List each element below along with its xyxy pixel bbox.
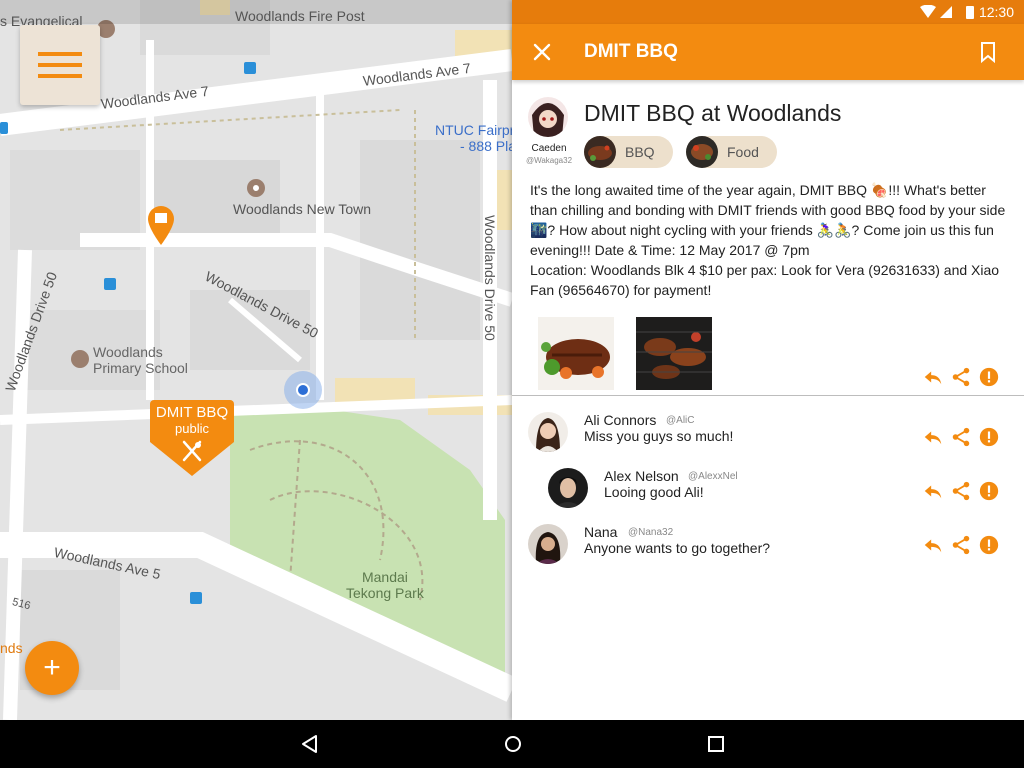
- post-body: It's the long awaited time of the year a…: [530, 182, 1006, 298]
- comment-item: Nana @Nana32 Anyone wants to go together…: [512, 524, 1024, 574]
- post-actions: [922, 366, 1000, 388]
- plus-icon: +: [43, 651, 61, 684]
- map-label-park: Mandai Tekong Park: [346, 569, 424, 601]
- comment-item: Ali Connors @AliC Miss you guys so much!: [512, 412, 1024, 462]
- app-bar-title: DMIT BBQ: [584, 41, 678, 62]
- post-image-ribs[interactable]: [538, 317, 614, 390]
- map-label-new-town: Woodlands New Town: [233, 201, 372, 217]
- comment-text: Anyone wants to go together?: [584, 540, 771, 556]
- author-avatar[interactable]: [528, 97, 568, 137]
- comment-actions: [922, 480, 1000, 502]
- commenter-name: Ali Connors: [584, 412, 657, 428]
- map-label-fire-post: Woodlands Fire Post: [235, 8, 365, 24]
- bookmark-icon[interactable]: [976, 40, 1000, 64]
- commenter-handle: @Nana32: [628, 527, 674, 538]
- status-time: 12:30: [978, 4, 1014, 20]
- commenter-handle: @AlexxNel: [688, 471, 738, 482]
- commenter-avatar[interactable]: [528, 412, 568, 452]
- map-label-ntuc: NTUC Fairpr: [435, 122, 512, 138]
- reply-icon[interactable]: [922, 426, 944, 448]
- comment-text: Looing good Ali!: [604, 484, 704, 500]
- app-bar: DMIT BBQ: [512, 24, 1024, 80]
- status-icons: [920, 5, 974, 19]
- commenter-avatar[interactable]: [548, 468, 588, 508]
- menu-button[interactable]: [20, 25, 100, 105]
- tag-chip-bbq[interactable]: BBQ: [584, 136, 673, 168]
- report-icon[interactable]: [978, 534, 1000, 556]
- close-icon[interactable]: [528, 38, 556, 66]
- post-title: DMIT BBQ at Woodlands: [584, 100, 842, 126]
- status-bar: 12:30: [512, 0, 1024, 24]
- bbq-thumbnail-icon: [584, 136, 616, 168]
- comment-actions: [922, 534, 1000, 556]
- commenter-handle: @AliC: [666, 415, 695, 426]
- reply-icon[interactable]: [922, 534, 944, 556]
- marker-title: DMIT BBQ: [155, 404, 229, 421]
- marker-subtitle: public: [175, 421, 209, 436]
- commenter-avatar[interactable]: [528, 524, 568, 564]
- commenter-name: Nana: [584, 524, 618, 540]
- reply-icon[interactable]: [922, 366, 944, 388]
- map-label-drive50-right: Woodlands Drive 50: [482, 215, 498, 341]
- tag-chip-food[interactable]: Food: [686, 136, 777, 168]
- food-thumbnail-icon: [686, 136, 718, 168]
- commenter-name: Alex Nelson: [604, 468, 679, 484]
- report-icon[interactable]: [978, 480, 1000, 502]
- comment-reply-item: Alex Nelson @AlexxNel Looing good Ali!: [512, 468, 1024, 518]
- add-event-button[interactable]: +: [25, 641, 79, 695]
- map-label-nds: nds: [0, 640, 23, 656]
- tag-label: Food: [727, 144, 759, 160]
- author-handle: @Wakaga32: [525, 156, 573, 165]
- back-icon[interactable]: [298, 732, 322, 756]
- map-label-primary-school: Woodlands Primary School: [93, 344, 188, 376]
- tag-label: BBQ: [625, 144, 655, 160]
- map-label-ntuc-2: - 888 Pla: [460, 138, 512, 154]
- event-detail-panel: 12:30 DMIT BBQ Caeden @Wakaga32 DMIT BBQ…: [512, 0, 1024, 720]
- comment-actions: [922, 426, 1000, 448]
- home-icon[interactable]: [501, 732, 525, 756]
- report-icon[interactable]: [978, 426, 1000, 448]
- post-image-grill[interactable]: [636, 317, 712, 390]
- comment-text: Miss you guys so much!: [584, 428, 734, 444]
- event-marker[interactable]: DMIT BBQ public: [150, 400, 234, 481]
- hamburger-icon: [38, 45, 82, 85]
- share-icon[interactable]: [950, 426, 972, 448]
- author-name: Caeden: [531, 143, 567, 154]
- share-icon[interactable]: [950, 534, 972, 556]
- map-canvas: [0, 0, 512, 720]
- share-icon[interactable]: [950, 480, 972, 502]
- map-view[interactable]: Woodlands Fire Post s Evangelical Woodla…: [0, 0, 512, 720]
- recents-icon[interactable]: [704, 732, 728, 756]
- report-icon[interactable]: [978, 366, 1000, 388]
- utensils-icon: [182, 440, 202, 462]
- reply-icon[interactable]: [922, 480, 944, 502]
- system-nav-bar: [0, 720, 1024, 768]
- share-icon[interactable]: [950, 366, 972, 388]
- event-post: Caeden @Wakaga32 DMIT BBQ at Woodlands B…: [512, 80, 1024, 396]
